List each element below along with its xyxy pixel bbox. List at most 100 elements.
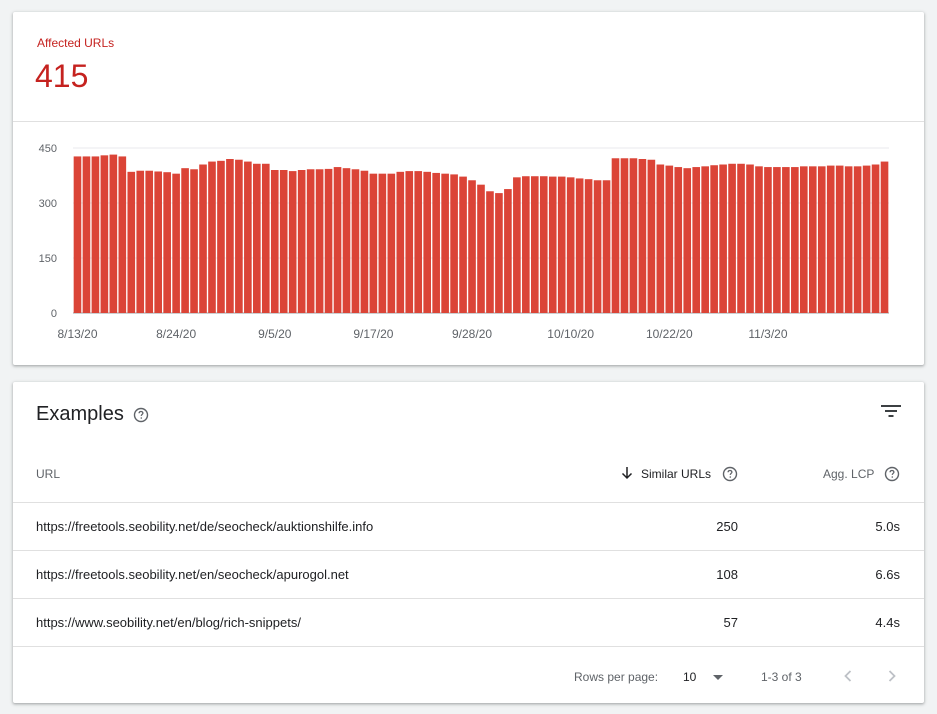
chart-bar[interactable] [270, 170, 279, 313]
chart-bar[interactable] [261, 163, 270, 313]
rows-per-page-select[interactable]: 10 [683, 670, 696, 684]
chart-bar[interactable] [593, 180, 602, 313]
chart-bar[interactable] [800, 166, 808, 313]
help-circle-icon[interactable] [722, 466, 738, 487]
chart-bar[interactable] [611, 158, 620, 313]
chart-bar[interactable] [360, 170, 369, 313]
chart-bar[interactable] [100, 155, 109, 313]
chart-bar[interactable] [396, 171, 405, 313]
filter-list-icon[interactable] [880, 402, 902, 420]
chart-bar[interactable] [324, 168, 333, 313]
chart-bar[interactable] [647, 159, 656, 313]
chart-bar[interactable] [656, 164, 665, 314]
chart-bar[interactable] [91, 156, 100, 313]
table-row[interactable]: https://freetools.seobility.net/de/seoch… [13, 502, 924, 550]
chart-bar[interactable] [692, 167, 701, 313]
chart-bar[interactable] [629, 158, 638, 313]
chart-bar[interactable] [378, 173, 387, 313]
chart-bar[interactable] [468, 180, 476, 313]
chart-bar[interactable] [871, 164, 880, 314]
chart-bar[interactable] [880, 161, 889, 313]
chart-bar[interactable] [773, 167, 781, 313]
chart-bar[interactable] [459, 176, 467, 313]
chart-bar[interactable] [306, 169, 315, 313]
chart-bar[interactable] [548, 176, 557, 313]
chart-bar[interactable] [253, 163, 261, 313]
chart-bar[interactable] [665, 165, 674, 313]
chart-bar[interactable] [683, 168, 692, 313]
chart-bar[interactable] [387, 173, 396, 313]
chart-bar[interactable] [163, 172, 171, 313]
chart-bar[interactable] [315, 169, 324, 313]
chart-bar[interactable] [369, 173, 378, 313]
chart-bar[interactable] [279, 170, 288, 313]
help-circle-icon[interactable] [133, 407, 149, 428]
chart-bar[interactable] [853, 166, 862, 313]
chart-bar[interactable] [127, 171, 136, 313]
help-circle-icon[interactable] [884, 466, 900, 487]
chart-bar[interactable] [504, 189, 512, 313]
chart-bar[interactable] [199, 164, 207, 314]
chart-bar[interactable] [826, 165, 835, 313]
table-row[interactable]: https://www.seobility.net/en/blog/rich-s… [13, 598, 924, 646]
chart-bar[interactable] [566, 177, 575, 313]
chart-bar[interactable] [728, 163, 736, 313]
column-header-agg-lcp[interactable]: Agg. LCP [823, 467, 874, 481]
chart-bar[interactable] [486, 191, 494, 313]
chart-bar[interactable] [791, 167, 799, 313]
chart-bar[interactable] [746, 164, 754, 314]
chart-bar[interactable] [450, 174, 458, 313]
chart-bar[interactable] [755, 166, 763, 313]
chart-bar[interactable] [638, 159, 647, 313]
chart-bar[interactable] [423, 171, 432, 313]
chart-bar[interactable] [620, 158, 629, 313]
row-url[interactable]: https://freetools.seobility.net/en/seoch… [36, 567, 349, 582]
chart-bar[interactable] [539, 176, 548, 313]
chart-bar[interactable] [575, 178, 584, 313]
chart-bar[interactable] [118, 156, 127, 313]
chart-bar[interactable] [172, 173, 180, 313]
table-row[interactable]: https://freetools.seobility.net/en/seoch… [13, 550, 924, 598]
chart-bar[interactable] [602, 180, 611, 313]
chart-bar[interactable] [764, 167, 772, 313]
chevron-left-icon[interactable] [836, 664, 860, 688]
chart-bar[interactable] [584, 179, 593, 313]
chart-bar[interactable] [217, 160, 225, 313]
chart-bar[interactable] [441, 173, 449, 313]
chart-bar[interactable] [405, 171, 414, 313]
chart-bar[interactable] [808, 166, 817, 313]
chevron-right-icon[interactable] [880, 664, 904, 688]
chart-bar[interactable] [414, 171, 423, 313]
chart-bar[interactable] [297, 170, 306, 313]
chart-bar[interactable] [557, 176, 566, 313]
chart-bar[interactable] [522, 176, 530, 313]
chart-bar[interactable] [154, 171, 162, 313]
chart-bar[interactable] [835, 165, 844, 313]
chart-bar[interactable] [495, 193, 503, 313]
chart-bar[interactable] [226, 159, 234, 313]
chart-bar[interactable] [719, 164, 727, 314]
chart-bar[interactable] [244, 161, 252, 313]
chart-bar[interactable] [782, 167, 790, 313]
chart-bar[interactable] [674, 167, 683, 313]
row-url[interactable]: https://www.seobility.net/en/blog/rich-s… [36, 615, 301, 630]
chart-bar[interactable] [73, 156, 82, 313]
caret-down-icon[interactable] [713, 675, 723, 680]
chart-bar[interactable] [701, 166, 709, 313]
chart-bar[interactable] [82, 156, 91, 313]
chart-bar[interactable] [190, 169, 198, 313]
chart-bar[interactable] [862, 165, 871, 313]
chart-bar[interactable] [817, 166, 826, 313]
chart-bar[interactable] [351, 169, 360, 313]
chart-bar[interactable] [136, 170, 145, 313]
chart-bar[interactable] [208, 161, 216, 313]
chart-bar[interactable] [342, 168, 351, 313]
row-url[interactable]: https://freetools.seobility.net/de/seoch… [36, 519, 373, 534]
chart-bar[interactable] [530, 176, 539, 313]
chart-bar[interactable] [477, 184, 485, 313]
chart-bar[interactable] [288, 171, 297, 313]
chart-bar[interactable] [333, 167, 342, 313]
chart-bar[interactable] [710, 165, 718, 313]
chart-bar[interactable] [844, 166, 853, 313]
chart-bar[interactable] [181, 168, 189, 313]
